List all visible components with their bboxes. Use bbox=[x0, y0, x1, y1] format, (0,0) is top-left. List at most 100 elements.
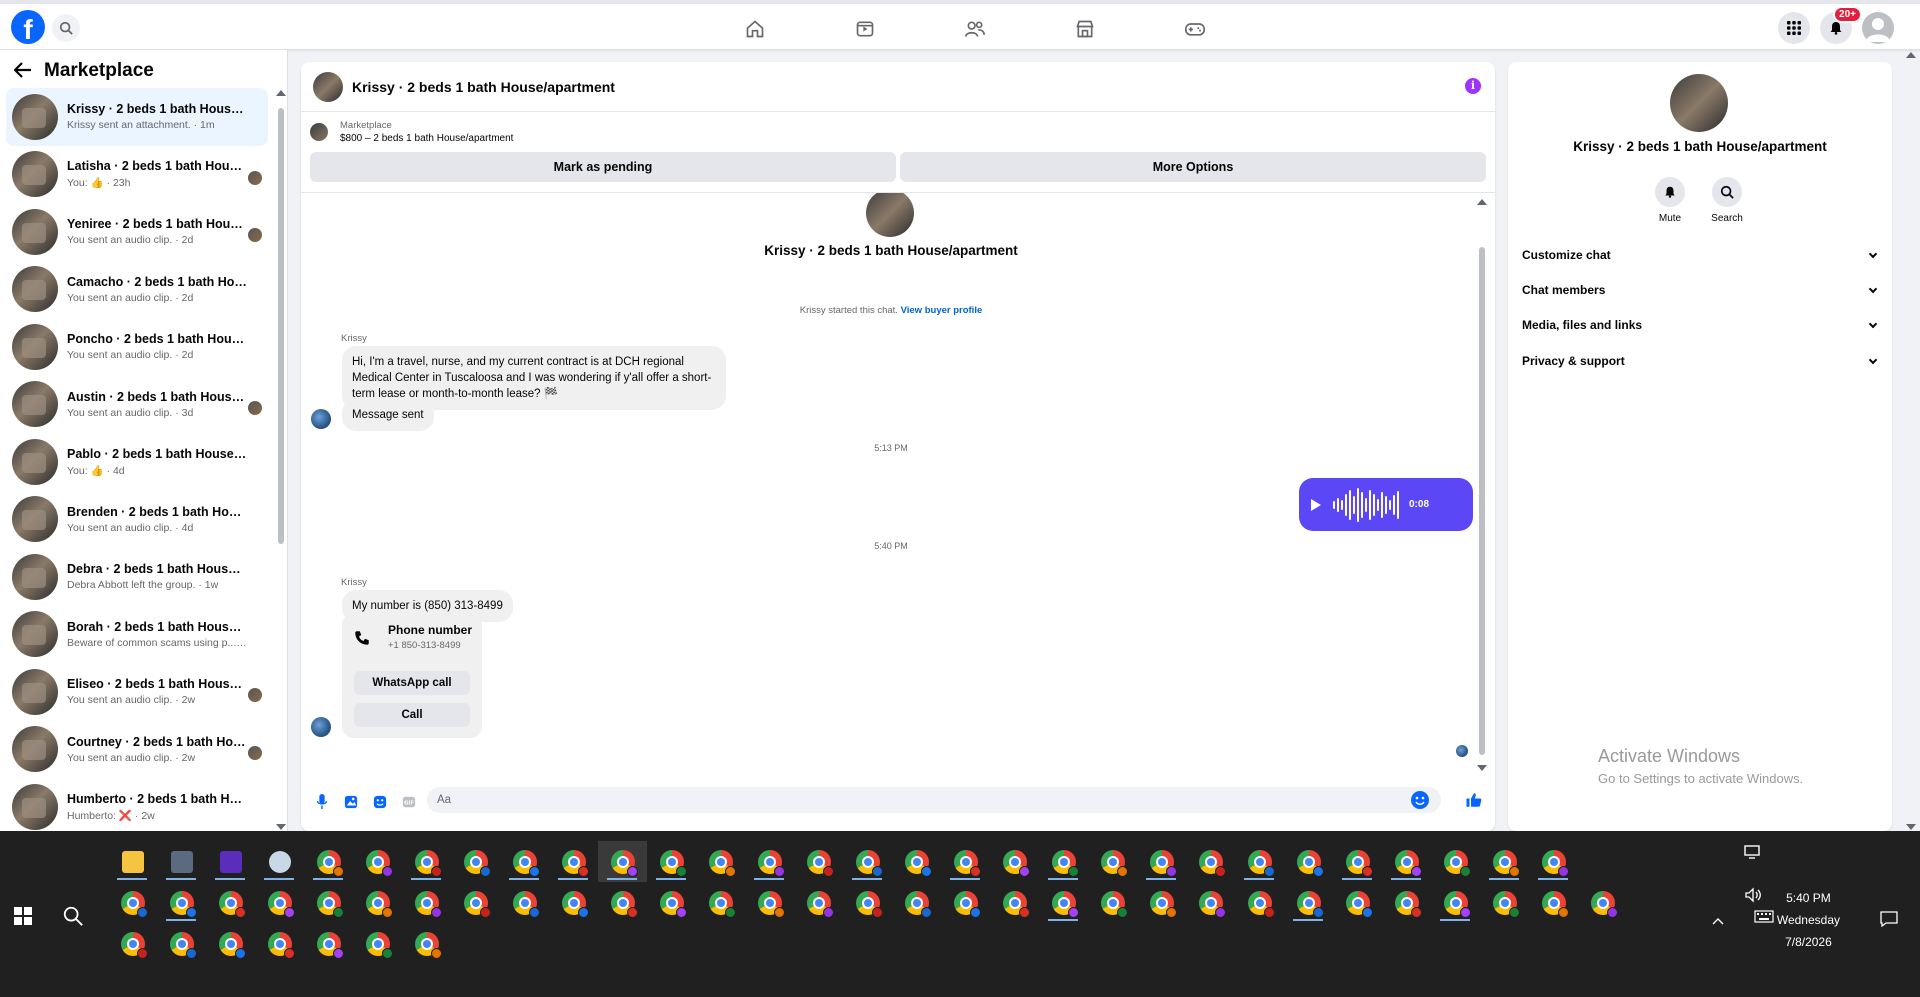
conversation-item[interactable]: Austin · 2 beds 1 bath House/... You sent… bbox=[6, 376, 268, 434]
chat-header-name[interactable]: Krissy · 2 beds 1 bath House/apartment bbox=[352, 79, 615, 95]
call-button[interactable]: Call bbox=[354, 703, 470, 727]
chrome-icon[interactable] bbox=[1137, 882, 1186, 923]
chrome-icon[interactable] bbox=[304, 923, 353, 964]
chrome-icon[interactable] bbox=[745, 841, 794, 882]
chrome-icon[interactable] bbox=[353, 882, 402, 923]
back-arrow-icon[interactable] bbox=[13, 61, 32, 81]
privacy-support-row[interactable]: Privacy & support bbox=[1522, 346, 1882, 376]
search-icon[interactable] bbox=[52, 14, 80, 42]
chrome-icon[interactable] bbox=[402, 841, 451, 882]
chrome-icon[interactable] bbox=[647, 882, 696, 923]
conversation-item[interactable]: Humberto · 2 beds 1 bath Hous... Humberto… bbox=[6, 778, 268, 836]
media-files-links-row[interactable]: Media, files and links bbox=[1522, 310, 1882, 340]
sticker-icon[interactable] bbox=[367, 789, 393, 815]
conversation-item[interactable]: Eliseo · 2 beds 1 bath House/... You sent… bbox=[6, 663, 268, 721]
chrome-icon[interactable] bbox=[353, 841, 402, 882]
chrome-icon[interactable] bbox=[941, 841, 990, 882]
chrome-icon[interactable] bbox=[696, 882, 745, 923]
chat-header-avatar[interactable] bbox=[313, 71, 343, 102]
chrome-icon[interactable] bbox=[451, 882, 500, 923]
gaming-icon[interactable] bbox=[1140, 12, 1250, 46]
gif-icon[interactable]: GIF bbox=[396, 789, 422, 815]
notifications-bell-icon[interactable]: 20+ bbox=[1820, 6, 1862, 44]
chrome-icon[interactable] bbox=[255, 882, 304, 923]
chrome-icon[interactable] bbox=[990, 841, 1039, 882]
play-icon[interactable] bbox=[1311, 498, 1321, 511]
chrome-icon[interactable] bbox=[1382, 841, 1431, 882]
message-bubble[interactable]: Message sent bbox=[342, 399, 434, 431]
app-icon[interactable] bbox=[206, 841, 255, 882]
facebook-logo[interactable]: f bbox=[11, 10, 45, 44]
listing-info[interactable]: Marketplace $800 – 2 beds 1 bath House/a… bbox=[301, 112, 1495, 152]
chrome-icon[interactable] bbox=[549, 882, 598, 923]
chrome-icon[interactable] bbox=[402, 923, 451, 964]
chrome-icon[interactable] bbox=[598, 841, 647, 882]
conversation-item[interactable]: Poncho · 2 beds 1 bath House/a... You sen… bbox=[6, 318, 268, 376]
chrome-icon[interactable] bbox=[941, 882, 990, 923]
chrome-icon[interactable] bbox=[1137, 841, 1186, 882]
image-attach-icon[interactable] bbox=[338, 789, 364, 815]
like-thumbs-up-icon[interactable] bbox=[1465, 791, 1483, 812]
chrome-icon[interactable] bbox=[1235, 841, 1284, 882]
chrome-icon[interactable] bbox=[1480, 841, 1529, 882]
chrome-icon[interactable] bbox=[1186, 841, 1235, 882]
action-center-icon[interactable] bbox=[1880, 911, 1898, 930]
chrome-icon[interactable] bbox=[843, 841, 892, 882]
chrome-icon[interactable] bbox=[255, 923, 304, 964]
chrome-icon[interactable] bbox=[549, 841, 598, 882]
chrome-icon[interactable] bbox=[1578, 882, 1627, 923]
customize-chat-row[interactable]: Customize chat bbox=[1522, 240, 1882, 270]
profile-avatar[interactable] bbox=[1862, 12, 1894, 44]
sender-avatar[interactable] bbox=[311, 717, 331, 737]
chrome-icon[interactable] bbox=[696, 841, 745, 882]
chrome-icon[interactable] bbox=[1333, 841, 1382, 882]
chrome-icon[interactable] bbox=[598, 882, 647, 923]
chrome-icon[interactable] bbox=[1480, 882, 1529, 923]
chrome-icon[interactable] bbox=[1186, 882, 1235, 923]
chrome-icon[interactable] bbox=[500, 841, 549, 882]
notification-area-icon[interactable] bbox=[1744, 845, 1760, 862]
chrome-icon[interactable] bbox=[402, 882, 451, 923]
chat-info-avatar[interactable] bbox=[1670, 74, 1728, 132]
taskbar-search-icon[interactable] bbox=[62, 905, 84, 930]
chrome-icon[interactable] bbox=[892, 841, 941, 882]
search-in-chat-button[interactable]: Search bbox=[1697, 177, 1757, 224]
chrome-icon[interactable] bbox=[206, 882, 255, 923]
chrome-icon[interactable] bbox=[647, 841, 696, 882]
conversation-item[interactable]: Debra · 2 beds 1 bath House/ap... Debra A… bbox=[6, 548, 268, 606]
chrome-icon[interactable] bbox=[304, 841, 353, 882]
conversation-item[interactable]: Yeniree · 2 beds 1 bath House... You sent… bbox=[6, 203, 268, 261]
emoji-icon[interactable] bbox=[1411, 791, 1429, 809]
window-scrollbar[interactable] bbox=[1904, 52, 1918, 830]
chrome-icon[interactable] bbox=[990, 882, 1039, 923]
phone-number-card[interactable]: Phone number +1 850-313-8499 WhatsApp ca… bbox=[342, 613, 482, 738]
chat-members-row[interactable]: Chat members bbox=[1522, 275, 1882, 305]
chrome-icon[interactable] bbox=[157, 923, 206, 964]
chrome-icon[interactable] bbox=[1431, 841, 1480, 882]
sender-avatar[interactable] bbox=[311, 409, 331, 429]
conversation-item[interactable]: Borah · 2 beds 1 bath House/ap... Beware … bbox=[6, 606, 268, 664]
chrome-icon[interactable] bbox=[1333, 882, 1382, 923]
home-icon[interactable] bbox=[700, 12, 810, 46]
chrome-icon[interactable] bbox=[1088, 841, 1137, 882]
chrome-icon[interactable] bbox=[1529, 882, 1578, 923]
video-icon[interactable] bbox=[810, 12, 920, 46]
chrome-icon[interactable] bbox=[1039, 882, 1088, 923]
paint-icon[interactable] bbox=[255, 841, 304, 882]
friends-icon[interactable] bbox=[920, 12, 1030, 46]
menu-grid-icon[interactable] bbox=[1778, 12, 1810, 44]
chrome-icon[interactable] bbox=[1235, 882, 1284, 923]
chrome-icon[interactable] bbox=[108, 923, 157, 964]
keyboard-icon[interactable] bbox=[1754, 910, 1774, 926]
chrome-icon[interactable] bbox=[304, 882, 353, 923]
chrome-icon[interactable] bbox=[843, 882, 892, 923]
chat-scrollbar[interactable] bbox=[1477, 199, 1487, 771]
conversation-item[interactable]: Camacho · 2 beds 1 bath House... You sent… bbox=[6, 261, 268, 319]
microphone-icon[interactable] bbox=[309, 789, 335, 815]
chrome-icon[interactable] bbox=[451, 841, 500, 882]
chrome-icon[interactable] bbox=[1284, 841, 1333, 882]
conversation-item[interactable]: Brenden · 2 beds 1 bath House/... You sen… bbox=[6, 491, 268, 549]
chrome-icon[interactable] bbox=[1284, 882, 1333, 923]
clock[interactable]: 5:40 PM Wednesday 7/8/2026 bbox=[1777, 887, 1840, 953]
whatsapp-call-button[interactable]: WhatsApp call bbox=[354, 671, 470, 695]
